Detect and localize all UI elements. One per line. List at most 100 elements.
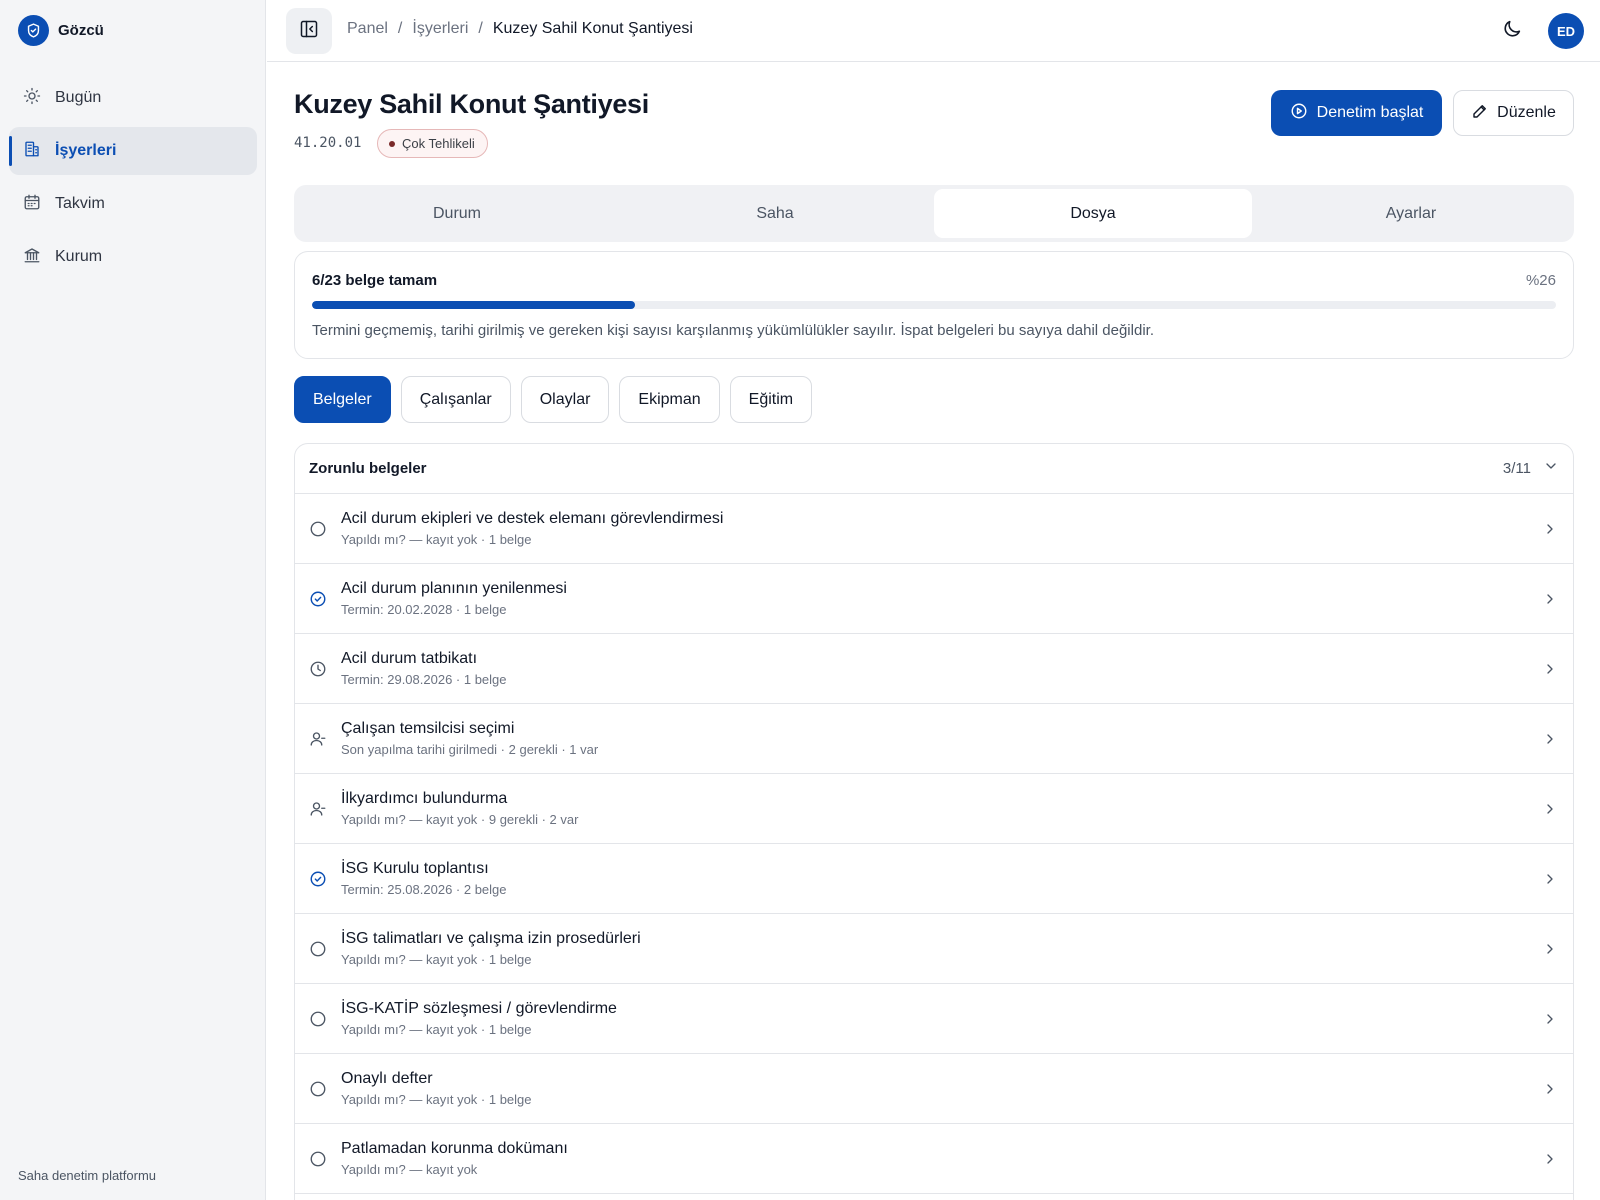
- document-row[interactable]: Acil durum planının yenilenmesi Termin: 2…: [295, 564, 1573, 634]
- edit-label: Düzenle: [1497, 104, 1556, 121]
- main-tabs: Durum Saha Dosya Ayarlar: [294, 185, 1574, 242]
- document-title: İSG-KATİP sözleşmesi / görevlendirme: [341, 1000, 617, 1017]
- document-row-text: Çalışan temsilcisi seçimi Son yapılma tar…: [341, 720, 1541, 757]
- document-row-text: Onaylı defter Yapıldı mı? — kayıt yok · 1…: [341, 1070, 1541, 1107]
- document-row[interactable]: İSG talimatları ve çalışma izin prosedür…: [295, 914, 1573, 984]
- status-circle-icon: [309, 940, 327, 958]
- brand[interactable]: Gözcü: [18, 15, 104, 46]
- document-row[interactable]: Acil durum ekipleri ve destek elemanı gö…: [295, 494, 1573, 564]
- breadcrumb-separator: /: [397, 20, 403, 37]
- nace-code: 41.20.01: [294, 135, 362, 151]
- document-title: İlkyardımcı bulundurma: [341, 790, 508, 807]
- progress-bar: [312, 301, 1556, 309]
- sidebar-item-label: Bugün: [55, 89, 102, 106]
- document-row-text: Acil durum ekipleri ve destek elemanı gö…: [341, 510, 1541, 547]
- document-title: Acil durum tatbikatı: [341, 650, 478, 667]
- document-title: Acil durum planının yenilenmesi: [341, 580, 567, 597]
- sidebar-item-takvim[interactable]: Takvim: [9, 180, 257, 228]
- document-meta: Yapıldı mı? — kayıt yok · 1 belge: [341, 532, 532, 547]
- document-title: İSG talimatları ve çalışma izin prosedür…: [341, 930, 641, 947]
- subtab-belgeler[interactable]: Belgeler: [294, 376, 391, 423]
- edit-button[interactable]: Düzenle: [1453, 90, 1574, 136]
- chevron-right-icon: [1541, 731, 1559, 747]
- building-icon: [23, 140, 41, 163]
- required-documents-panel: Zorunlu belgeler 3/11 Acil durum ekipler…: [294, 443, 1574, 1200]
- document-row-text: Acil durum tatbikatı Termin: 29.08.2026 ·…: [341, 650, 1541, 687]
- panel-collapse-icon: [299, 19, 319, 44]
- document-row[interactable]: Patlamadan korunma dokümanı Yapıldı mı? —…: [295, 1124, 1573, 1194]
- sidebar-item-label: Kurum: [55, 248, 103, 265]
- hazard-class-badge: Çok Tehlikeli: [377, 129, 488, 158]
- user-avatar[interactable]: ED: [1548, 13, 1584, 49]
- subtab-olaylar[interactable]: Olaylar: [520, 376, 610, 423]
- clock-icon: [309, 660, 327, 678]
- document-row-text: Acil durum planının yenilenmesi Termin: 2…: [341, 580, 1541, 617]
- section-title: Zorunlu belgeler: [309, 460, 427, 477]
- document-row-text: Patlamadan korunma dokümanı Yapıldı mı? —…: [341, 1140, 1541, 1177]
- document-row[interactable]: Acil durum tatbikatı Termin: 29.08.2026 ·…: [295, 634, 1573, 704]
- chevron-right-icon: [1541, 661, 1559, 677]
- tab-saha[interactable]: Saha: [616, 189, 934, 238]
- status-circle-icon: [309, 1010, 327, 1028]
- shield-logo-icon: [18, 15, 49, 46]
- document-meta: Yapıldı mı? — kayıt yok · 9 gerekli · 2 …: [341, 812, 579, 827]
- sun-icon: [23, 87, 41, 110]
- sidebar-item-kurum[interactable]: Kurum: [9, 233, 257, 281]
- theme-toggle-button[interactable]: [1499, 18, 1525, 44]
- document-row[interactable]: İlkyardımcı bulundurma Yapıldı mı? — kayı…: [295, 774, 1573, 844]
- document-row[interactable]: Çalışan temsilcisi seçimi Son yapılma tar…: [295, 704, 1573, 774]
- file-subtabs: Belgeler Çalışanlar Olaylar Ekipman Eğit…: [294, 376, 813, 423]
- breadcrumb-isyerleri[interactable]: İşyerleri: [412, 20, 468, 38]
- document-title: Çalışan temsilcisi seçimi: [341, 720, 515, 737]
- tab-ayarlar[interactable]: Ayarlar: [1252, 189, 1570, 238]
- chevron-right-icon: [1541, 1011, 1559, 1027]
- page-title: Kuzey Sahil Konut Şantiyesi: [294, 89, 649, 119]
- start-inspection-button[interactable]: Denetim başlat: [1271, 90, 1442, 136]
- sidebar-item-isyerleri[interactable]: İşyerleri: [9, 127, 257, 175]
- required-documents-header[interactable]: Zorunlu belgeler 3/11: [295, 444, 1573, 494]
- document-row[interactable]: Onaylı defter Yapıldı mı? — kayıt yok · 1…: [295, 1054, 1573, 1124]
- sidebar-item-bugun[interactable]: Bugün: [9, 74, 257, 122]
- status-circle-icon: [309, 1080, 327, 1098]
- tab-dosya[interactable]: Dosya: [934, 189, 1252, 238]
- document-meta: Yapıldı mı? — kayıt yok · 1 belge: [341, 1092, 532, 1107]
- breadcrumb-separator: /: [478, 20, 483, 37]
- chevron-right-icon: [1541, 871, 1559, 887]
- sidebar-toggle-button[interactable]: [286, 8, 332, 54]
- document-meta: Termin: 20.02.2028 · 1 belge: [341, 602, 507, 617]
- institution-icon: [23, 246, 41, 269]
- start-inspection-label: Denetim başlat: [1316, 104, 1424, 121]
- breadcrumb-panel[interactable]: Panel: [347, 20, 388, 38]
- document-meta: Termin: 29.08.2026 · 1 belge: [341, 672, 507, 687]
- document-title: Acil durum ekipleri ve destek elemanı gö…: [341, 510, 724, 527]
- progress-bar-fill: [312, 301, 636, 309]
- calendar-icon: [23, 193, 41, 216]
- document-meta: Yapıldı mı? — kayıt yok: [341, 1162, 478, 1177]
- chevron-right-icon: [1541, 591, 1559, 607]
- check-circle-icon: [309, 870, 327, 888]
- hazard-dot-icon: [389, 140, 395, 147]
- progress-note: Termini geçmemiş, tarihi girilmiş ve ger…: [312, 322, 1154, 339]
- document-row[interactable]: İSG Kurulu toplantısı Termin: 25.08.2026 …: [295, 844, 1573, 914]
- app-name: Gözcü: [58, 22, 104, 39]
- sidebar-item-label: İşyerleri: [55, 142, 117, 159]
- tab-durum[interactable]: Durum: [298, 189, 616, 238]
- document-title: Onaylı defter: [341, 1070, 433, 1087]
- chevron-right-icon: [1541, 941, 1559, 957]
- document-title: İSG Kurulu toplantısı: [341, 860, 489, 877]
- progress-percent: %26: [1525, 272, 1556, 289]
- section-count: 3/11: [1502, 460, 1531, 477]
- document-row[interactable]: İSG-KATİP sözleşmesi / görevlendirme Yapı…: [295, 984, 1573, 1054]
- progress-label: 6/23 belge tamam: [312, 272, 438, 289]
- document-title: Patlamadan korunma dokümanı: [341, 1140, 568, 1157]
- check-circle-icon: [309, 590, 327, 608]
- chevron-right-icon: [1541, 801, 1559, 817]
- subtab-ekipman[interactable]: Ekipman: [619, 376, 720, 423]
- person-icon: [309, 730, 327, 748]
- subtab-calisanlar[interactable]: Çalışanlar: [400, 376, 511, 423]
- status-circle-icon: [309, 520, 327, 538]
- document-row-text: İSG talimatları ve çalışma izin prosedür…: [341, 930, 1541, 967]
- document-meta: Yapıldı mı? — kayıt yok · 1 belge: [341, 1022, 532, 1037]
- document-row-text: İlkyardımcı bulundurma Yapıldı mı? — kayı…: [341, 790, 1541, 827]
- subtab-egitim[interactable]: Eğitim: [729, 376, 813, 423]
